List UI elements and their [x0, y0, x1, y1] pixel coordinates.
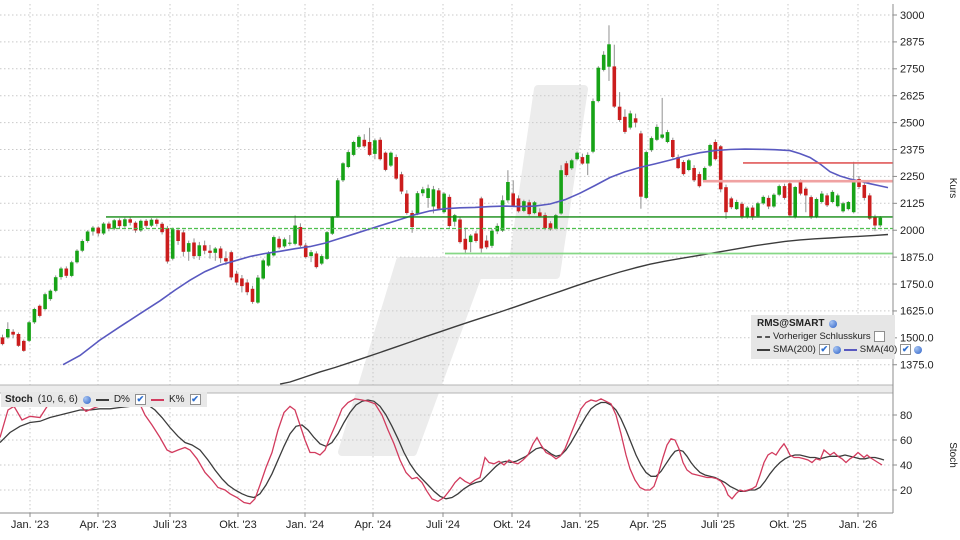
- svg-text:60: 60: [900, 435, 912, 447]
- svg-text:1625.0: 1625.0: [900, 306, 934, 318]
- svg-text:Okt. '25: Okt. '25: [769, 519, 807, 531]
- prev-close-line-sample: [757, 336, 770, 338]
- stoch-k-checkbox[interactable]: ✔: [190, 394, 201, 405]
- watermark-logo: [342, 89, 584, 452]
- svg-text:Okt. '23: Okt. '23: [219, 519, 257, 531]
- stoch-axis-labels: 80 60 40 20: [893, 410, 912, 497]
- svg-text:2125: 2125: [900, 198, 924, 210]
- legend-sma-row: SMA(200) ✔ SMA(40) ✔: [757, 344, 890, 355]
- x-axis-labels: Jan. '23 Apr. '23 Juli '23 Okt. '23 Jan. '24…: [11, 513, 877, 531]
- svg-text:Jan. '24: Jan. '24: [286, 519, 324, 531]
- svg-text:3000: 3000: [900, 10, 924, 22]
- stoch-name: Stoch: [5, 394, 33, 405]
- svg-text:2500: 2500: [900, 117, 924, 129]
- svg-text:Jan. '25: Jan. '25: [561, 519, 599, 531]
- svg-text:20: 20: [900, 485, 912, 497]
- svg-text:2000: 2000: [900, 225, 924, 237]
- info-globe-icon[interactable]: [829, 320, 837, 328]
- sma40-checkbox[interactable]: ✔: [900, 344, 911, 355]
- sma200-label: SMA(200): [773, 344, 816, 355]
- svg-text:Okt. '24: Okt. '24: [493, 519, 531, 531]
- svg-text:Apr. '23: Apr. '23: [80, 519, 117, 531]
- svg-text:Jan. '23: Jan. '23: [11, 519, 49, 531]
- svg-text:2875: 2875: [900, 37, 924, 49]
- svg-text:Jan. '26: Jan. '26: [839, 519, 877, 531]
- price-legend-box: RMS@SMART Vorheriger Schlusskurs SMA(200…: [751, 315, 895, 359]
- price-axis-title: Kurs: [947, 178, 958, 199]
- stoch-d-checkbox[interactable]: ✔: [135, 394, 146, 405]
- svg-text:1375.0: 1375.0: [900, 360, 934, 372]
- svg-text:Apr. '24: Apr. '24: [355, 519, 392, 531]
- svg-text:1750.0: 1750.0: [900, 279, 934, 291]
- stoch-axis-title: Stoch: [947, 442, 958, 468]
- chart-window: 3000 2875 2750 2625 2500 2375 2250 2125 2000 1875…: [0, 0, 960, 540]
- sma200-checkbox[interactable]: ✔: [819, 344, 830, 355]
- stoch-indicator-header: Stoch (10, 6, 6) D% ✔ K% ✔: [1, 392, 207, 407]
- stoch-k-label: K%: [169, 394, 185, 405]
- svg-text:Juli '24: Juli '24: [426, 519, 460, 531]
- legend-symbol-row: RMS@SMART: [757, 318, 890, 329]
- svg-text:2750: 2750: [900, 64, 924, 76]
- symbol-label: RMS@SMART: [757, 318, 825, 329]
- stoch-d-line-sample: [96, 399, 109, 401]
- svg-text:80: 80: [900, 410, 912, 422]
- axis-titles: Kurs Stoch: [947, 178, 958, 468]
- svg-text:Apr. '25: Apr. '25: [630, 519, 667, 531]
- price-axis-labels: 3000 2875 2750 2625 2500 2375 2250 2125 2000 1875…: [893, 10, 934, 372]
- stoch-params: (10, 6, 6): [38, 394, 78, 405]
- svg-text:2625: 2625: [900, 91, 924, 103]
- sma40-info-icon[interactable]: [914, 346, 922, 354]
- prev-close-label: Vorheriger Schlusskurs: [773, 331, 871, 342]
- svg-text:Juli '25: Juli '25: [701, 519, 735, 531]
- prev-close-checkbox[interactable]: [874, 331, 885, 342]
- svg-text:2250: 2250: [900, 171, 924, 183]
- sma40-line-sample: [844, 349, 857, 351]
- sma200-line-sample: [757, 349, 770, 351]
- svg-text:Juli '23: Juli '23: [153, 519, 187, 531]
- svg-text:40: 40: [900, 460, 912, 472]
- stoch-k-line-sample: [151, 399, 164, 401]
- svg-text:1875.0: 1875.0: [900, 252, 934, 264]
- svg-text:1500.0: 1500.0: [900, 333, 934, 345]
- sma40-label: SMA(40): [860, 344, 897, 355]
- stoch-d-label: D%: [114, 394, 130, 405]
- stoch-info-icon[interactable]: [83, 396, 91, 404]
- svg-text:2375: 2375: [900, 144, 924, 156]
- chart-canvas: 3000 2875 2750 2625 2500 2375 2250 2125 2000 1875…: [0, 0, 960, 540]
- legend-prev-close-row: Vorheriger Schlusskurs: [757, 331, 890, 342]
- sma200-info-icon[interactable]: [833, 346, 841, 354]
